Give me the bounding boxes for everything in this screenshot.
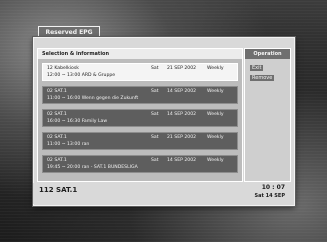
entry-day: Sat [151,135,159,140]
list-header: Selection & information [38,49,242,59]
entry-num-channel: 02 SAT.1 [47,112,67,117]
entry-repeat-mode: Weekly [207,66,224,71]
list-item[interactable]: 12 Kabelkiosk Sat 21 SEP 2002 Weekly 12:… [42,63,238,81]
entry-number: 12 [47,66,53,71]
entry-channel: SAT.1 [54,89,67,94]
entry-number: 02 [47,158,53,163]
entry-channel: SAT.1 [54,135,67,140]
list-item[interactable]: 02 SAT.1 Sat 14 SEP 2002 Weekly 11:00 ~ … [42,86,238,104]
entry-repeat-mode: Weekly [207,112,224,117]
entry-repeat-mode: Weekly [207,89,224,94]
entry-num-channel: 02 SAT.1 [47,158,67,163]
entry-time-title: 11:00 ~ 16:00 Wenn gegen die Zukunft [47,96,139,101]
reservation-list: Selection & information 12 Kabelkiosk Sa… [37,48,243,182]
current-channel: 112 SAT.1 [39,186,78,194]
exit-button[interactable]: Exit [250,65,264,71]
entry-date: 21 SEP 2002 [167,66,197,71]
entry-channel: SAT.1 [54,158,67,163]
list-item[interactable]: 02 SAT.1 Sat 14 SEP 2002 Weekly 16:00 ~ … [42,109,238,127]
clock-time: 10 : 07 [261,184,285,191]
entry-date: 14 SEP 2002 [167,158,197,163]
operation-panel: Operation Exit Remove [244,48,291,182]
entry-number: 02 [47,89,53,94]
clock-date: Sat 14 SEP [254,193,286,199]
entry-date: 14 SEP 2002 [167,89,197,94]
entry-repeat-mode: Weekly [207,158,224,163]
entry-date: 14 SEP 2002 [167,112,197,117]
entry-repeat-mode: Weekly [207,135,224,140]
entry-day: Sat [151,89,159,94]
remove-button[interactable]: Remove [250,75,275,81]
list-item[interactable]: 02 SAT.1 Sat 14 SEP 2002 Weekly 19:45 ~ … [42,155,238,173]
entry-day: Sat [151,158,159,163]
operation-header: Operation [245,49,290,59]
entry-number: 02 [47,135,53,140]
entry-time-title: 19:45 ~ 20:00 ran - SAT.1 BUNDESLIGA [47,165,138,170]
entry-date: 21 SEP 2002 [167,135,197,140]
entry-time-title: 12:00 ~ 13:00 ARD & Gruppe [47,73,116,78]
entry-time-title: 11:00 ~ 13:00 ran [47,142,90,147]
entry-channel: Kabelkiosk [54,66,79,71]
entry-num-channel: 02 SAT.1 [47,89,67,94]
status-bar: 112 SAT.1 10 : 07 Sat 14 SEP [33,183,293,204]
entry-num-channel: 02 SAT.1 [47,135,67,140]
entry-day: Sat [151,66,159,71]
entry-channel: SAT.1 [54,112,67,117]
entry-number: 02 [47,112,53,117]
list-item[interactable]: 02 SAT.1 Sat 21 SEP 2002 Weekly 11:00 ~ … [42,132,238,150]
entry-num-channel: 12 Kabelkiosk [47,66,79,71]
entry-time-title: 16:00 ~ 16:30 Family Law [47,119,108,124]
entry-day: Sat [151,112,159,117]
